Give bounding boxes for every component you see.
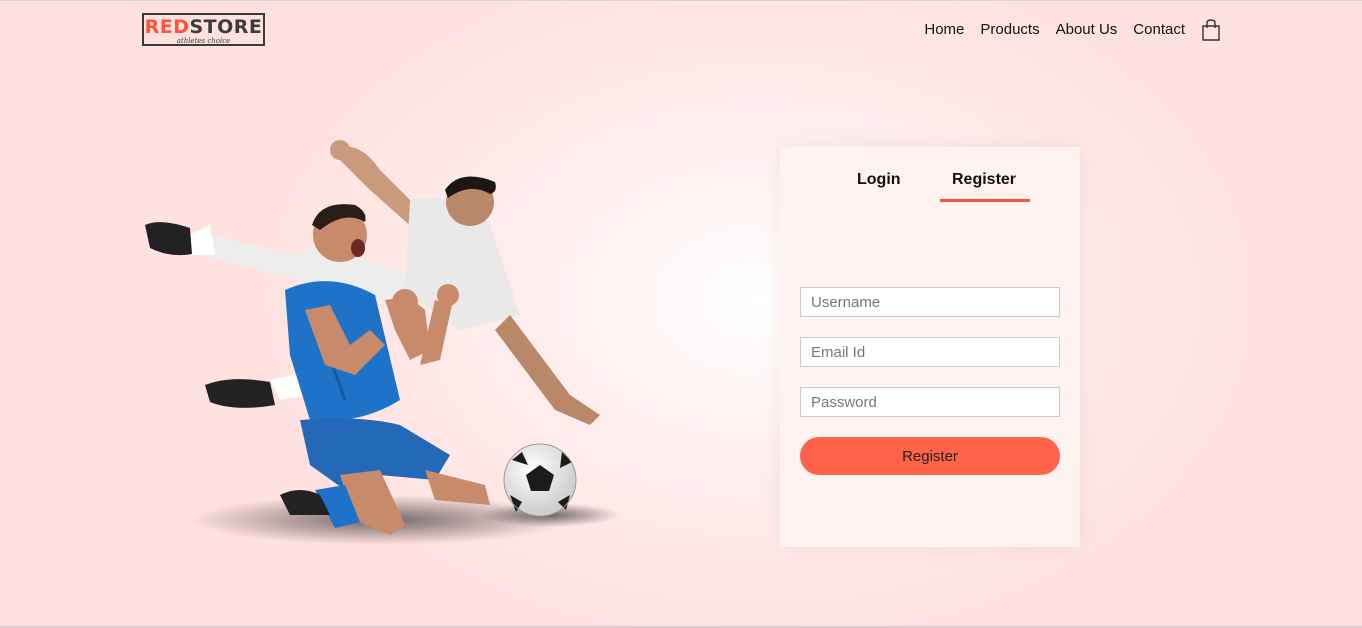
- main-nav: Home Products About Us Contact: [908, 18, 1221, 42]
- nav-about-us[interactable]: About Us: [1056, 18, 1118, 42]
- password-input[interactable]: [800, 387, 1060, 417]
- logo[interactable]: REDSTORE athletes choice: [142, 13, 265, 46]
- active-tab-indicator: [940, 199, 1030, 202]
- logo-tagline: athletes choice: [176, 37, 231, 45]
- top-border: [0, 0, 1362, 1]
- soccer-players-image: [145, 140, 620, 545]
- tab-login[interactable]: Login: [857, 169, 901, 191]
- nav-home[interactable]: Home: [924, 18, 964, 42]
- logo-wordmark: REDSTORE: [144, 17, 263, 37]
- nav-contact[interactable]: Contact: [1133, 18, 1185, 42]
- register-form-container: Login Register Register: [780, 147, 1080, 547]
- logo-red-text: RED: [144, 16, 190, 38]
- nav-products[interactable]: Products: [980, 18, 1039, 42]
- email-input[interactable]: [800, 337, 1060, 367]
- register-submit-button[interactable]: Register: [800, 437, 1060, 475]
- username-input[interactable]: [800, 287, 1060, 317]
- shopping-bag-icon[interactable]: [1201, 19, 1221, 41]
- logo-dark-text: STORE: [189, 16, 263, 38]
- tab-register[interactable]: Register: [952, 169, 1016, 191]
